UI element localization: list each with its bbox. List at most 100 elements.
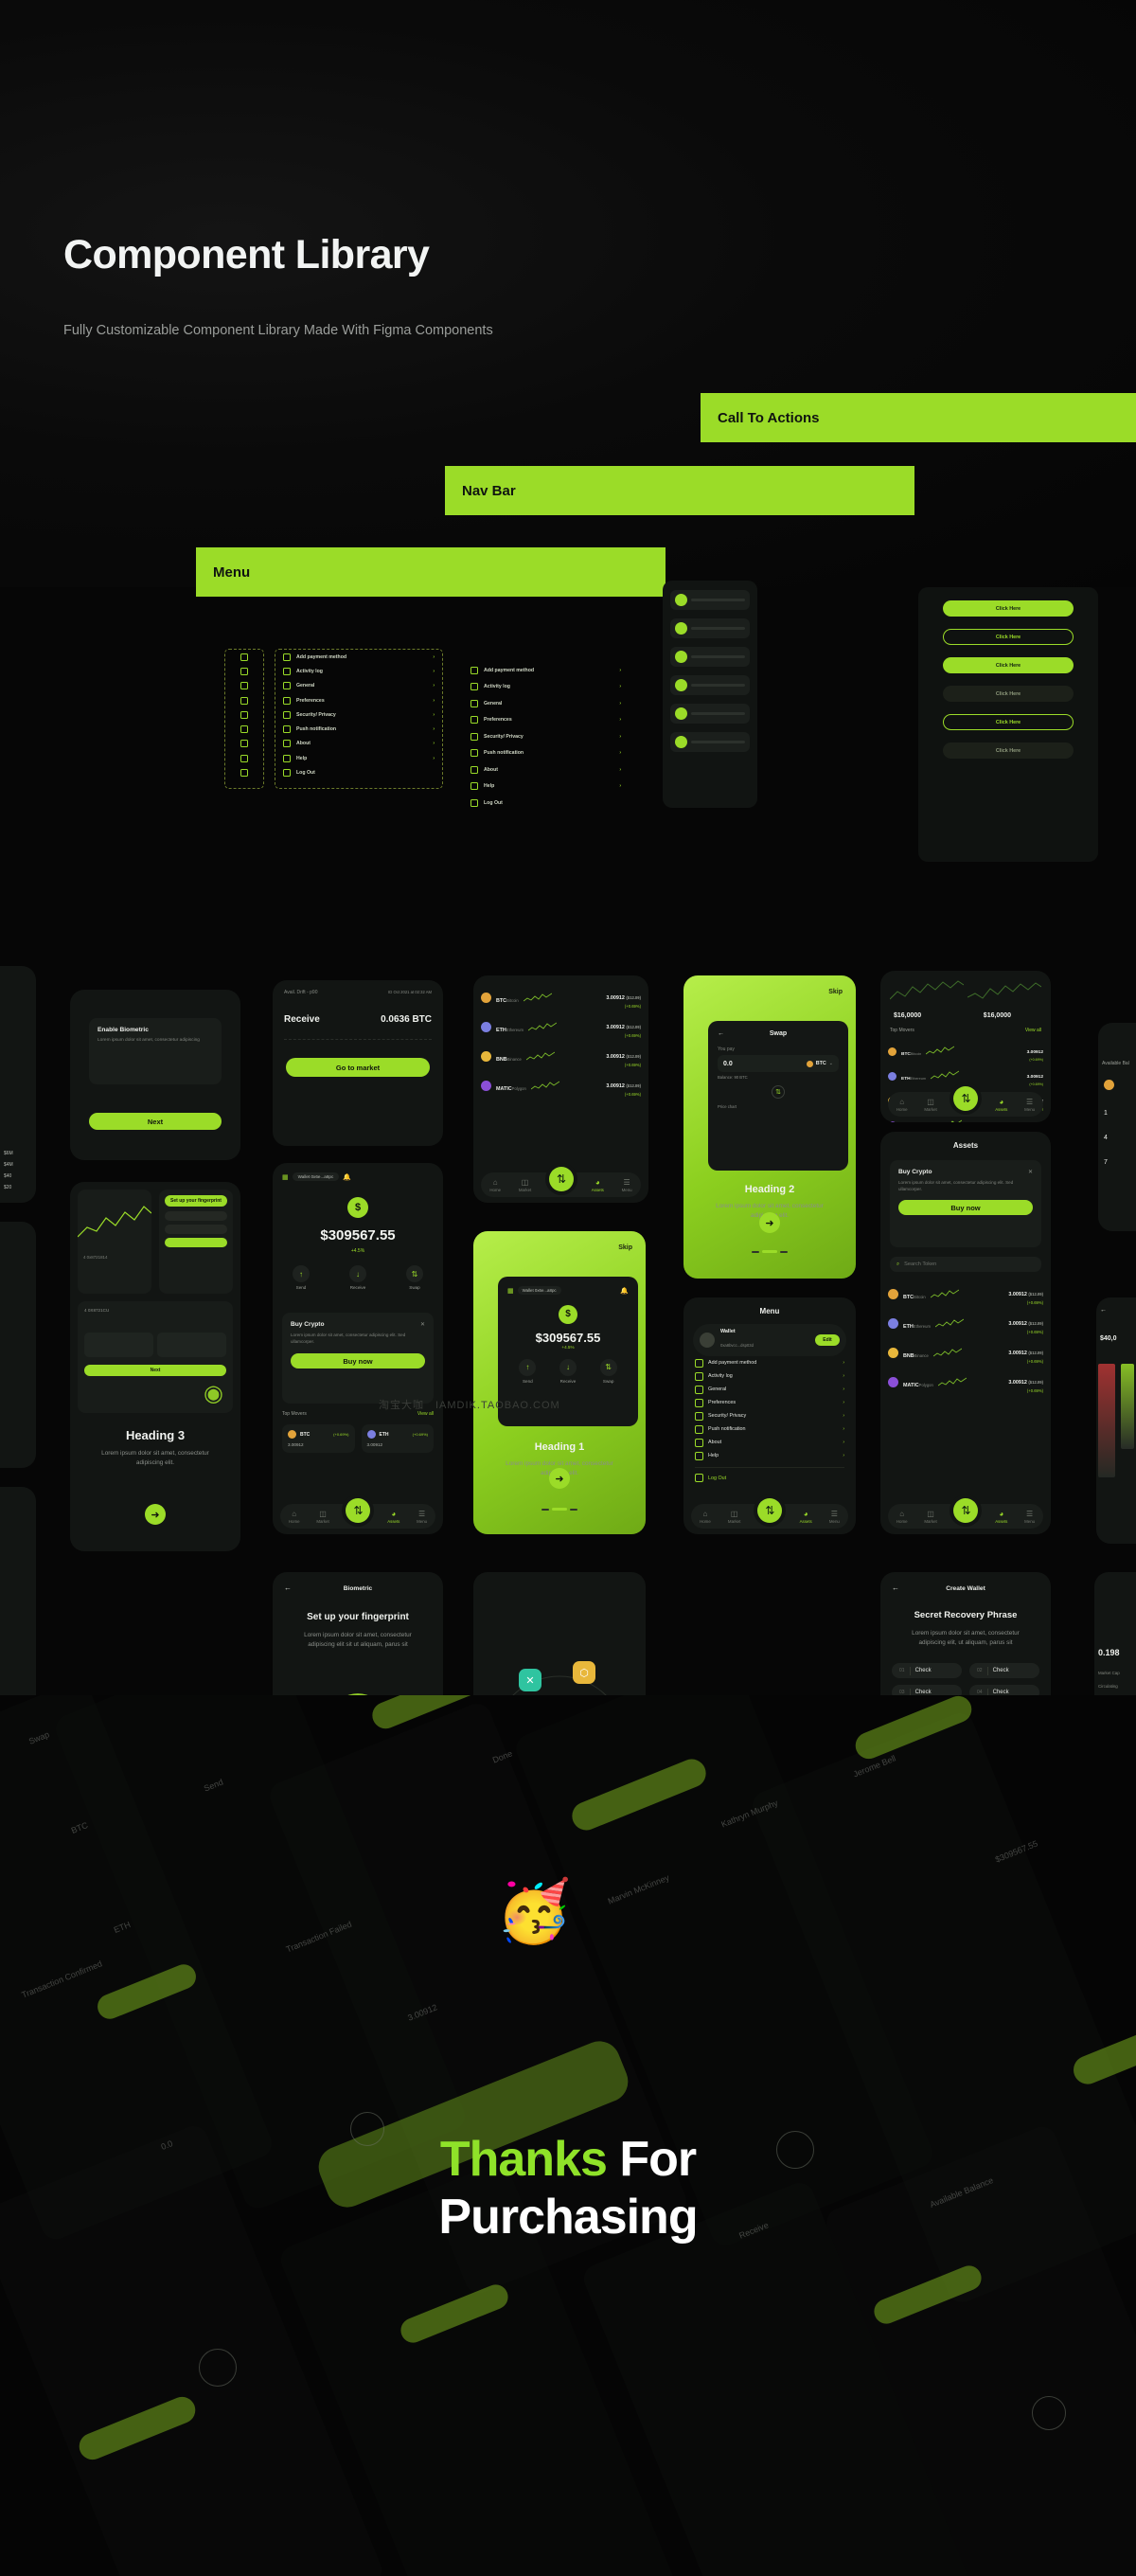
cta-button-2[interactable]: Click Here (943, 657, 1074, 673)
tab-menu[interactable]: ☰ Menu (829, 1510, 840, 1524)
menu-item-about[interactable]: About › (463, 761, 629, 778)
close-icon-3[interactable]: ✕ (1028, 1169, 1033, 1175)
mover-card-eth[interactable]: ETH (+0.69%) 3.00912 (361, 1424, 434, 1453)
nav-pill-1[interactable] (670, 618, 750, 638)
tab-swap-fab[interactable]: ⇅ (953, 1086, 979, 1111)
skip-button-2[interactable]: Skip (618, 1244, 632, 1251)
menu-item-help[interactable]: Help › (275, 751, 442, 765)
menu-rail-item-5[interactable] (225, 722, 263, 736)
tab-market[interactable]: ◫ Market (519, 1178, 531, 1192)
mover-card-btc[interactable]: BTC (+0.69%) 3.00912 (282, 1424, 355, 1453)
tab-bar-3[interactable]: ⌂ Home ◫ Market ⇅ ◕ Assets ☰ Menu (280, 1498, 435, 1529)
recovery-check-02[interactable]: 02 Check (969, 1663, 1039, 1678)
menu-screen-item-8[interactable]: Log Out (695, 1467, 844, 1482)
back-arrow-icon[interactable]: ← (718, 1030, 724, 1037)
wallet-action-swap[interactable]: ⇅ Swap (406, 1265, 423, 1290)
search-input[interactable]: ⌕ Search Token (890, 1257, 1041, 1272)
tab-bar-2[interactable]: ⌂ Home ◫ Market ⇅ ◕ Assets ☰ Menu (888, 1086, 1043, 1117)
menu-screen-item-4[interactable]: Security/ Privacy › (695, 1409, 844, 1422)
tab-assets[interactable]: ◕ Assets (800, 1510, 812, 1524)
edit-button[interactable]: Edit (815, 1334, 840, 1346)
tab-home[interactable]: ⌂ Home (489, 1178, 501, 1192)
nav-pill-2[interactable] (670, 647, 750, 667)
menu-screen-item-1[interactable]: Activity log › (695, 1369, 844, 1383)
cta-button-5[interactable]: Click Here (943, 742, 1074, 759)
recovery-check-01[interactable]: 01 Check (892, 1663, 962, 1678)
menu-item-activity-log[interactable]: Activity log › (463, 679, 629, 696)
tab-bar-4[interactable]: ⌂ Home ◫ Market ⇅ ◕ Assets ☰ Menu (691, 1498, 848, 1529)
menu-rail-item-2[interactable] (225, 679, 263, 693)
chevron-down-icon[interactable]: ⌄ (829, 1061, 833, 1066)
bell-icon[interactable]: 🔔 (343, 1173, 351, 1181)
menu-rail-item-6[interactable] (225, 737, 263, 751)
wallet-chip-2[interactable]: Wallet 0x6e...a8pc (517, 1286, 561, 1295)
tab-menu[interactable]: ☰ Menu (622, 1178, 632, 1192)
menu-item-general[interactable]: General › (463, 695, 629, 712)
tab-assets[interactable]: ◕ Assets (592, 1178, 604, 1192)
coin-row[interactable]: BTCBitcoin 3.00912 ($12.09) (+0.69%) (473, 983, 648, 1012)
tab-bar-5[interactable]: ⌂ Home ◫ Market ⇅ ◕ Assets ☰ Menu (888, 1498, 1043, 1529)
menu-item-log-out[interactable]: Log Out (275, 765, 442, 779)
wallet-chip[interactable]: Wallet 0x6e...a8pc (292, 1172, 340, 1181)
coin-row[interactable]: BNBBinance 3.00912 ($12.09) (+0.69%) (473, 1042, 648, 1071)
menu-rail-item-3[interactable] (225, 693, 263, 707)
menu-item-help[interactable]: Help › (463, 778, 629, 796)
tab-market[interactable]: ◫ Market (728, 1510, 740, 1524)
view-all-link[interactable]: View all (1025, 1028, 1041, 1033)
tab-swap-fab[interactable]: ⇅ (346, 1498, 371, 1523)
menu-item-security-privacy[interactable]: Security/ Privacy › (463, 728, 629, 745)
nav-pill-4[interactable] (670, 704, 750, 724)
menu-rail-item-7[interactable] (225, 751, 263, 765)
nav-pill-5[interactable] (670, 732, 750, 752)
tab-home[interactable]: ⌂ Home (896, 1510, 908, 1524)
back-arrow-icon-2[interactable]: ← (1100, 1307, 1107, 1314)
tab-assets[interactable]: ◕ Assets (995, 1510, 1007, 1524)
wallet-action-swap[interactable]: ⇅ Swap (599, 1358, 617, 1384)
swap-direction-icon[interactable]: ⇅ (772, 1085, 785, 1099)
coin-row[interactable]: BTCBitcoin 3.00912 ($12.09) (+0.69%) (880, 1279, 1051, 1309)
close-icon-2[interactable]: ✕ (420, 1321, 425, 1328)
cta-button-3[interactable]: Click Here (943, 686, 1074, 702)
menu-screen-item-3[interactable]: Preferences › (695, 1396, 844, 1409)
menu-screen-item-2[interactable]: General › (695, 1383, 844, 1396)
coin-row[interactable]: MATICPolygon 3.00912 ($12.09) (+0.69%) (473, 1071, 648, 1100)
tab-home[interactable]: ⌂ Home (700, 1510, 711, 1524)
coin-row-mini[interactable]: BTCBitcoin 3.00912 (+0.69%) (880, 1039, 1051, 1064)
tab-market[interactable]: ◫ Market (924, 1510, 936, 1524)
menu-rail-item-4[interactable] (225, 707, 263, 722)
tab-home[interactable]: ⌂ Home (896, 1098, 908, 1112)
coin-row[interactable]: ETHEthereum 3.00912 ($12.09) (+0.69%) (473, 1012, 648, 1042)
coin-row-mini[interactable]: ETHEthereum 3.00912 (+0.69%) (880, 1064, 1051, 1088)
menu-rail-item-1[interactable] (225, 664, 263, 678)
receive-go-to-market-button[interactable]: Go to market (286, 1058, 430, 1077)
menu-item-general[interactable]: General › (275, 679, 442, 693)
tab-menu[interactable]: ☰ Menu (1024, 1510, 1035, 1524)
tab-bar[interactable]: ⌂ Home ◫ Market ⇅ ◕ Assets ☰ Menu (481, 1167, 641, 1197)
tab-assets[interactable]: ◕ Assets (387, 1510, 399, 1524)
biometric-next-button[interactable]: Next (89, 1113, 222, 1130)
nav-pill-3[interactable] (670, 675, 750, 695)
menu-item-log-out[interactable]: Log Out (463, 795, 629, 812)
wallet-action-receive[interactable]: ↓ Receive (349, 1265, 366, 1290)
coin-row[interactable]: ETHEthereum 3.00912 ($12.09) (+0.69%) (880, 1309, 1051, 1338)
menu-item-preferences[interactable]: Preferences › (463, 712, 629, 729)
menu-item-add-payment-method[interactable]: Add payment method › (463, 662, 629, 679)
skip-button[interactable]: Skip (828, 989, 843, 995)
tab-swap-fab[interactable]: ⇅ (548, 1167, 574, 1191)
qr-icon[interactable]: ▦ (282, 1173, 289, 1181)
menu-screen-item-7[interactable]: Help › (695, 1449, 844, 1462)
cta-button-0[interactable]: Click Here (943, 600, 1074, 617)
bell-icon-2[interactable]: 🔔 (620, 1287, 629, 1295)
heading-3-fab[interactable]: ➜ (145, 1504, 166, 1525)
menu-item-push-notification[interactable]: Push notification › (463, 745, 629, 762)
wallet-action-send[interactable]: ↑ Send (519, 1358, 537, 1384)
menu-screen-item-6[interactable]: About › (695, 1436, 844, 1449)
tab-menu[interactable]: ☰ Menu (1024, 1098, 1035, 1112)
menu-screen-item-0[interactable]: Add payment method › (695, 1356, 844, 1369)
buy-now-button[interactable]: Buy now (291, 1353, 425, 1369)
nav-pill-0[interactable] (670, 590, 750, 610)
tab-market[interactable]: ◫ Market (316, 1510, 328, 1524)
qr-icon-2[interactable]: ▦ (507, 1287, 514, 1295)
wallet-action-send[interactable]: ↑ Send (293, 1265, 310, 1290)
menu-item-preferences[interactable]: Preferences › (275, 693, 442, 707)
